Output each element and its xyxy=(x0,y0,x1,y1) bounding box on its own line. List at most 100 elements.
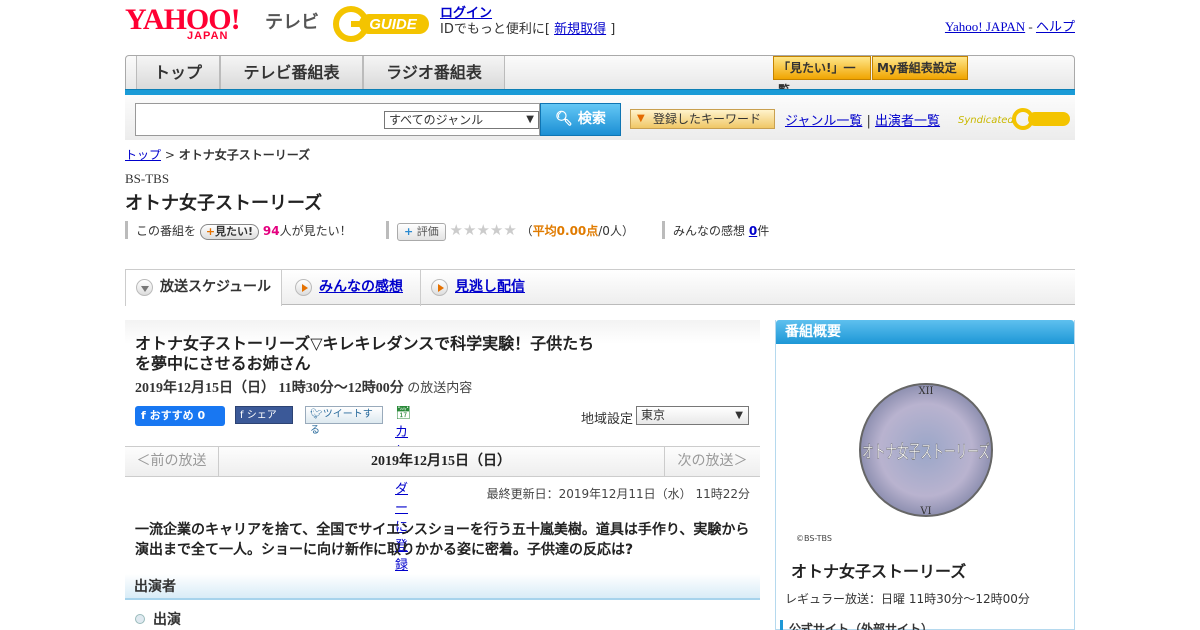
register-link[interactable]: 新規取得 xyxy=(554,22,606,37)
chevron-down-icon xyxy=(136,279,153,296)
tab-missed-label: 見逃し配信 xyxy=(455,279,525,295)
login-prompt: IDでもっと便利に[ xyxy=(440,22,550,37)
rate-button-label: 評価 xyxy=(416,225,439,238)
channel-name: BS-TBS xyxy=(125,171,170,186)
twitter-bird-icon: 🐦︎ xyxy=(310,409,323,420)
login-prompt-end: ] xyxy=(610,22,616,37)
episode-description: 一流企業のキャリアを捨て、全国でサイエンスショーを行う五十嵐美樹。道具は手作り、… xyxy=(135,522,750,558)
help-link[interactable]: ヘルプ xyxy=(1036,19,1075,34)
meta-divider xyxy=(125,221,128,239)
dropdown-arrow-icon: ▼ xyxy=(735,410,743,421)
main-nav: トップ テレビ番組表 ラジオ番組表 「見たい!」一覧 My番組表設定 xyxy=(125,55,1075,97)
facebook-recommend-label: おすすめ 0 xyxy=(149,409,206,422)
meta-divider xyxy=(662,221,665,239)
cast-subheading: 出演 xyxy=(135,609,181,629)
facebook-icon: f xyxy=(141,409,146,422)
program-meta: この番組を +見たい! 94人が見たい！ + 評価 ★★★★★ （平均0.00点… xyxy=(125,221,1075,241)
search-links-divider: | xyxy=(866,114,871,129)
header: YAHOO! JAPAN テレビ GUIDE ログイン IDでもっと便利に[ 新… xyxy=(125,0,1075,50)
watchlist-button[interactable]: 「見たい!」一覧 xyxy=(773,56,871,97)
play-arrow-icon xyxy=(295,279,312,296)
genre-list-link[interactable]: ジャンル一覧 xyxy=(785,114,862,129)
regular-broadcast: レギュラー放送：日曜 11時30分～12時00分 xyxy=(785,592,1030,606)
search-button-label: 検索 xyxy=(577,111,606,127)
logo-tv-text: テレビ xyxy=(265,12,319,33)
header-separator: - xyxy=(1028,19,1033,34)
yahoo-logo[interactable]: YAHOO! JAPAN xyxy=(125,5,260,43)
tab-impressions-label: みんなの感想 xyxy=(319,279,403,295)
main-content: オトナ女子ストーリーズ▽キレキレダンスで科学実験！子供たちを夢中にさせるお姉さん… xyxy=(125,320,760,630)
clock-numeral-xii: XII xyxy=(918,386,933,397)
facebook-share-button[interactable]: f シェア xyxy=(235,406,293,424)
breadcrumb-current: オトナ女子ストーリーズ xyxy=(178,148,311,162)
rating-people: /0人） xyxy=(598,224,634,238)
nav-tab-tv-schedule[interactable]: テレビ番組表 xyxy=(220,56,363,91)
program-image: XII VI オトナ女子ストーリーズ xyxy=(859,383,993,517)
prev-broadcast-link[interactable]: ＜前の放送 xyxy=(125,447,219,476)
program-summary-sidebar: 番組概要 XII VI オトナ女子ストーリーズ ©BS-TBS オトナ女子ストー… xyxy=(775,320,1075,630)
calendar-icon: 📅︎ xyxy=(395,406,412,421)
breadcrumb-top[interactable]: トップ xyxy=(125,148,161,162)
plus-icon: + xyxy=(205,225,216,238)
current-broadcast-date: 2019年12月15日（日） xyxy=(371,454,511,469)
rating-average: 平均0.00点 xyxy=(532,224,599,238)
impressions-prefix: みんなの感想 xyxy=(673,224,746,238)
episode-box: オトナ女子ストーリーズ▽キレキレダンスで科学実験！子供たちを夢中にさせるお姉さん… xyxy=(125,320,760,573)
dropdown-triangle-icon: ▼ xyxy=(637,113,645,124)
tab-impressions[interactable]: みんなの感想 xyxy=(285,270,415,306)
gguide-logo[interactable]: GUIDE xyxy=(333,6,433,42)
search-button[interactable]: 🔍︎ 検索 xyxy=(540,103,621,136)
tweet-button[interactable]: 🐦︎ツイートする xyxy=(305,406,383,436)
mitai-button[interactable]: +見たい! xyxy=(199,224,260,240)
meta-divider xyxy=(386,221,389,239)
content-tabs: 放送スケジュール みんなの感想 見逃し配信 xyxy=(125,269,1075,306)
facebook-recommend-button[interactable]: f おすすめ 0 xyxy=(135,406,225,426)
login-box: ログイン IDでもっと便利に[ 新規取得 ] xyxy=(440,6,615,38)
genre-selected-value: すべてのジャンル xyxy=(389,113,484,127)
search-bar: すべてのジャンル ▼ 🔍︎ 検索 ▼ 登録したキーワード ジャンル一覧 | 出演… xyxy=(125,95,1075,140)
star-icon: ★ xyxy=(449,221,463,239)
sidebar-program-title: オトナ女子ストーリーズ xyxy=(791,562,967,581)
star-icon: ★ xyxy=(463,221,477,239)
region-label: 地域設定 xyxy=(581,412,634,427)
nav-tab-top[interactable]: トップ xyxy=(136,56,220,91)
page-title: オトナ女子ストーリーズ xyxy=(125,193,323,214)
tab-schedule-label: 放送スケジュール xyxy=(160,279,272,295)
gguide-small-logo-icon xyxy=(1012,108,1070,130)
rate-button[interactable]: + 評価 xyxy=(397,223,446,241)
search-icon: 🔍︎ xyxy=(555,111,573,127)
cast-list-link[interactable]: 出演者一覧 xyxy=(875,114,940,129)
sidebar-heading: 番組概要 xyxy=(776,320,1074,344)
mitai-suffix: 人が見たい！ xyxy=(279,224,352,238)
search-links: ジャンル一覧 | 出演者一覧 xyxy=(785,110,940,129)
region-select[interactable]: 東京 ▼ xyxy=(636,406,749,425)
rating-stars: ★★★★★ xyxy=(449,221,517,239)
cast-subheading-label: 出演 xyxy=(153,612,181,628)
impressions-count[interactable]: 0 xyxy=(749,224,757,238)
program-image-text: オトナ女子ストーリーズ xyxy=(862,442,990,463)
image-copyright: ©BS-TBS xyxy=(796,534,832,543)
episode-date-value: 2019年12月15日（日） 11時30分～12時00分 xyxy=(135,381,404,396)
header-links: Yahoo! JAPAN - ヘルプ xyxy=(945,16,1075,35)
tab-schedule[interactable]: 放送スケジュール xyxy=(125,270,282,306)
genre-select[interactable]: すべてのジャンル ▼ xyxy=(384,111,539,129)
star-icon: ★ xyxy=(489,221,504,239)
episode-date-suffix: の放送内容 xyxy=(407,381,473,396)
play-arrow-icon xyxy=(431,279,448,296)
page: YAHOO! JAPAN テレビ GUIDE ログイン IDでもっと便利に[ 新… xyxy=(125,0,1075,630)
facebook-icon: f xyxy=(240,410,244,421)
keyword-button[interactable]: ▼ 登録したキーワード xyxy=(630,109,775,129)
next-broadcast-link[interactable]: 次の放送＞ xyxy=(664,447,760,476)
logo-sub-text: JAPAN xyxy=(187,30,229,42)
yahoo-japan-link[interactable]: Yahoo! JAPAN xyxy=(945,19,1025,34)
rating-open: （ xyxy=(520,224,533,238)
tab-missed[interactable]: 見逃し配信 xyxy=(420,270,540,306)
bullet-icon xyxy=(135,614,145,624)
dropdown-arrow-icon: ▼ xyxy=(526,114,534,125)
impressions-suffix: 件 xyxy=(757,224,770,238)
login-link[interactable]: ログイン xyxy=(440,6,492,21)
nav-tab-radio-schedule[interactable]: ラジオ番組表 xyxy=(363,56,505,91)
cast-heading: 出演者 xyxy=(125,574,760,600)
my-schedule-button[interactable]: My番組表設定 xyxy=(872,56,968,80)
official-site-heading[interactable]: 公式サイト（外部サイト） xyxy=(780,620,933,630)
